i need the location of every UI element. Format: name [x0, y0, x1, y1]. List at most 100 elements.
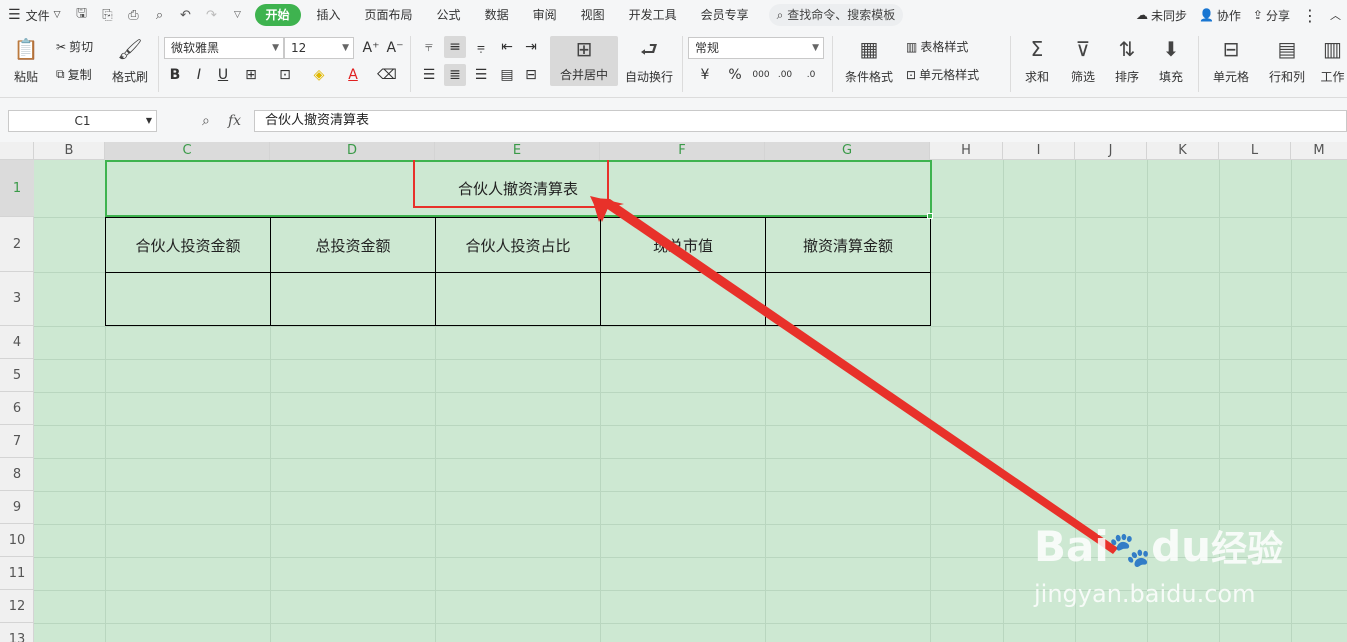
tab-formulas[interactable]: 公式 [425, 4, 473, 26]
border-icon[interactable]: ⊞ [240, 64, 262, 86]
cell-style-button[interactable]: ⊡ 单元格样式 [906, 66, 979, 83]
align-center-icon[interactable]: ≣ [444, 64, 466, 86]
print-icon[interactable]: ⎙ [121, 4, 147, 26]
tab-view[interactable]: 视图 [569, 4, 617, 26]
column-header-i[interactable]: I [1003, 142, 1075, 160]
row-header-10[interactable]: 10 [0, 524, 34, 557]
row-header-12[interactable]: 12 [0, 590, 34, 623]
decrease-decimal-icon[interactable]: .0 [800, 64, 822, 86]
conditional-format-button[interactable]: ▦ 条件格式 [838, 36, 900, 85]
justify-icon[interactable]: ▤ [496, 64, 518, 86]
font-color-icon[interactable]: A [342, 64, 364, 86]
zoom-icon[interactable]: ⌕ [202, 110, 210, 132]
rows-cols-button[interactable]: ▤ 行和列 [1262, 36, 1312, 85]
formula-input[interactable]: 合伙人撤资清算表 [254, 110, 1347, 132]
column-header-b[interactable]: B [34, 142, 105, 160]
format-painter-button[interactable]: 🖌 格式刷 [108, 36, 152, 85]
copy-button[interactable]: ⧉ 复制 [56, 66, 92, 83]
file-menu[interactable]: ☰ 文件 ▽ [0, 4, 69, 26]
sheet-grid[interactable]: 合伙人撤资清算表 合伙人投资金额 总投资金额 合伙人投资占比 现总市值 撤资清算… [34, 160, 1347, 642]
print-preview-icon[interactable]: ⌕ [147, 4, 173, 26]
column-header-l[interactable]: L [1219, 142, 1291, 160]
export-icon[interactable]: ⎘ [95, 4, 121, 26]
currency-icon[interactable]: ¥ [694, 64, 716, 86]
filter-button[interactable]: ⊽ 筛选 [1064, 36, 1102, 85]
collapse-ribbon-icon[interactable]: ︿ [1324, 4, 1347, 26]
tab-review[interactable]: 审阅 [521, 4, 569, 26]
column-header-e[interactable]: E [435, 142, 600, 160]
share-button[interactable]: ⇪ 分享 [1247, 4, 1296, 26]
align-right-icon[interactable]: ☰ [470, 64, 492, 86]
column-header-g[interactable]: G [765, 142, 930, 160]
align-middle-icon[interactable]: ≡ [444, 36, 466, 58]
more-icon[interactable]: ⋮ [1296, 4, 1324, 26]
tab-developer[interactable]: 开发工具 [617, 4, 689, 26]
align-left-icon[interactable]: ☰ [418, 64, 440, 86]
decrease-font-icon[interactable]: A⁻ [384, 37, 406, 59]
column-header-d[interactable]: D [270, 142, 435, 160]
column-header-c[interactable]: C [105, 142, 270, 160]
increase-indent-icon[interactable]: ⇥ [520, 36, 542, 58]
customize-toolbar-icon[interactable]: ▽ [225, 4, 251, 26]
align-top-icon[interactable]: ⫧ [418, 36, 440, 58]
row-header-8[interactable]: 8 [0, 458, 34, 491]
distributed-icon[interactable]: ⊟ [520, 64, 542, 86]
align-bottom-icon[interactable]: ⩦ [470, 36, 492, 58]
tab-data[interactable]: 数据 [473, 4, 521, 26]
fill-color-icon[interactable]: ◈ [308, 64, 330, 86]
undo-icon[interactable]: ↶ [173, 4, 199, 26]
column-header-k[interactable]: K [1147, 142, 1219, 160]
paste-button[interactable]: 📋 粘贴 [8, 36, 44, 85]
row-header-6[interactable]: 6 [0, 392, 34, 425]
decrease-indent-icon[interactable]: ⇤ [496, 36, 518, 58]
command-search[interactable]: ⌕ 查找命令、搜索模板 [768, 4, 904, 26]
collab-button[interactable]: 👤 协作 [1193, 4, 1247, 26]
tab-start[interactable]: 开始 [254, 4, 301, 26]
cut-button[interactable]: ✂ 剪切 [56, 38, 93, 55]
row-header-13[interactable]: 13 [0, 623, 34, 642]
table-style-button[interactable]: ▥ 表格样式 [906, 38, 968, 55]
column-header-h[interactable]: H [930, 142, 1003, 160]
redo-icon[interactable]: ↷ [199, 4, 225, 26]
select-all-corner[interactable] [0, 142, 34, 160]
fill-button[interactable]: ⬇ 填充 [1152, 36, 1190, 85]
fx-icon[interactable]: fx [228, 110, 241, 132]
merge-center-button[interactable]: ⊞ 合并居中 [550, 36, 618, 86]
save-icon[interactable]: 🖫 [69, 4, 95, 26]
row-header-1[interactable]: 1 [0, 160, 34, 217]
row-header-11[interactable]: 11 [0, 557, 34, 590]
column-header-m[interactable]: M [1291, 142, 1347, 160]
increase-decimal-icon[interactable]: .00 [774, 64, 796, 86]
tab-page-layout[interactable]: 页面布局 [353, 4, 425, 26]
style-icon[interactable]: ⊡ [274, 64, 296, 86]
font-name-select[interactable]: 微软雅黑 ▼ [164, 37, 284, 59]
worksheet-button[interactable]: ▥ 工作 [1318, 36, 1347, 85]
tab-insert[interactable]: 插入 [305, 4, 353, 26]
auto-wrap-button[interactable]: ⮐ 自动换行 [622, 36, 676, 85]
number-format-select[interactable]: 常规 ▼ [688, 37, 824, 59]
row-header-5[interactable]: 5 [0, 359, 34, 392]
name-box[interactable]: C1 ▼ [8, 110, 157, 132]
thousands-icon[interactable]: 000 [750, 64, 772, 86]
font-size-select[interactable]: 12 ▼ [284, 37, 354, 59]
percent-icon[interactable]: % [724, 64, 746, 86]
row-header-9[interactable]: 9 [0, 491, 34, 524]
row-header-2[interactable]: 2 [0, 217, 34, 272]
italic-icon[interactable]: I [188, 64, 210, 86]
sum-button[interactable]: Σ 求和 [1018, 36, 1056, 85]
eraser-icon[interactable]: ⌫ [376, 64, 398, 86]
bold-icon[interactable]: B [164, 64, 186, 86]
cells-button[interactable]: ⊟ 单元格 [1206, 36, 1256, 85]
row-header-7[interactable]: 7 [0, 425, 34, 458]
underline-icon[interactable]: U [212, 64, 234, 86]
sort-button[interactable]: ⇅ 排序 [1108, 36, 1146, 85]
increase-font-icon[interactable]: A⁺ [360, 37, 382, 59]
row-header-4[interactable]: 4 [0, 326, 34, 359]
row-header-3[interactable]: 3 [0, 272, 34, 326]
column-header-f[interactable]: F [600, 142, 765, 160]
merge-cells-icon: ⊞ [575, 37, 593, 61]
column-header-j[interactable]: J [1075, 142, 1147, 160]
sync-button[interactable]: ☁ 未同步 [1130, 4, 1193, 26]
hamburger-icon: ☰ [8, 7, 21, 23]
tab-member[interactable]: 会员专享 [689, 4, 761, 26]
